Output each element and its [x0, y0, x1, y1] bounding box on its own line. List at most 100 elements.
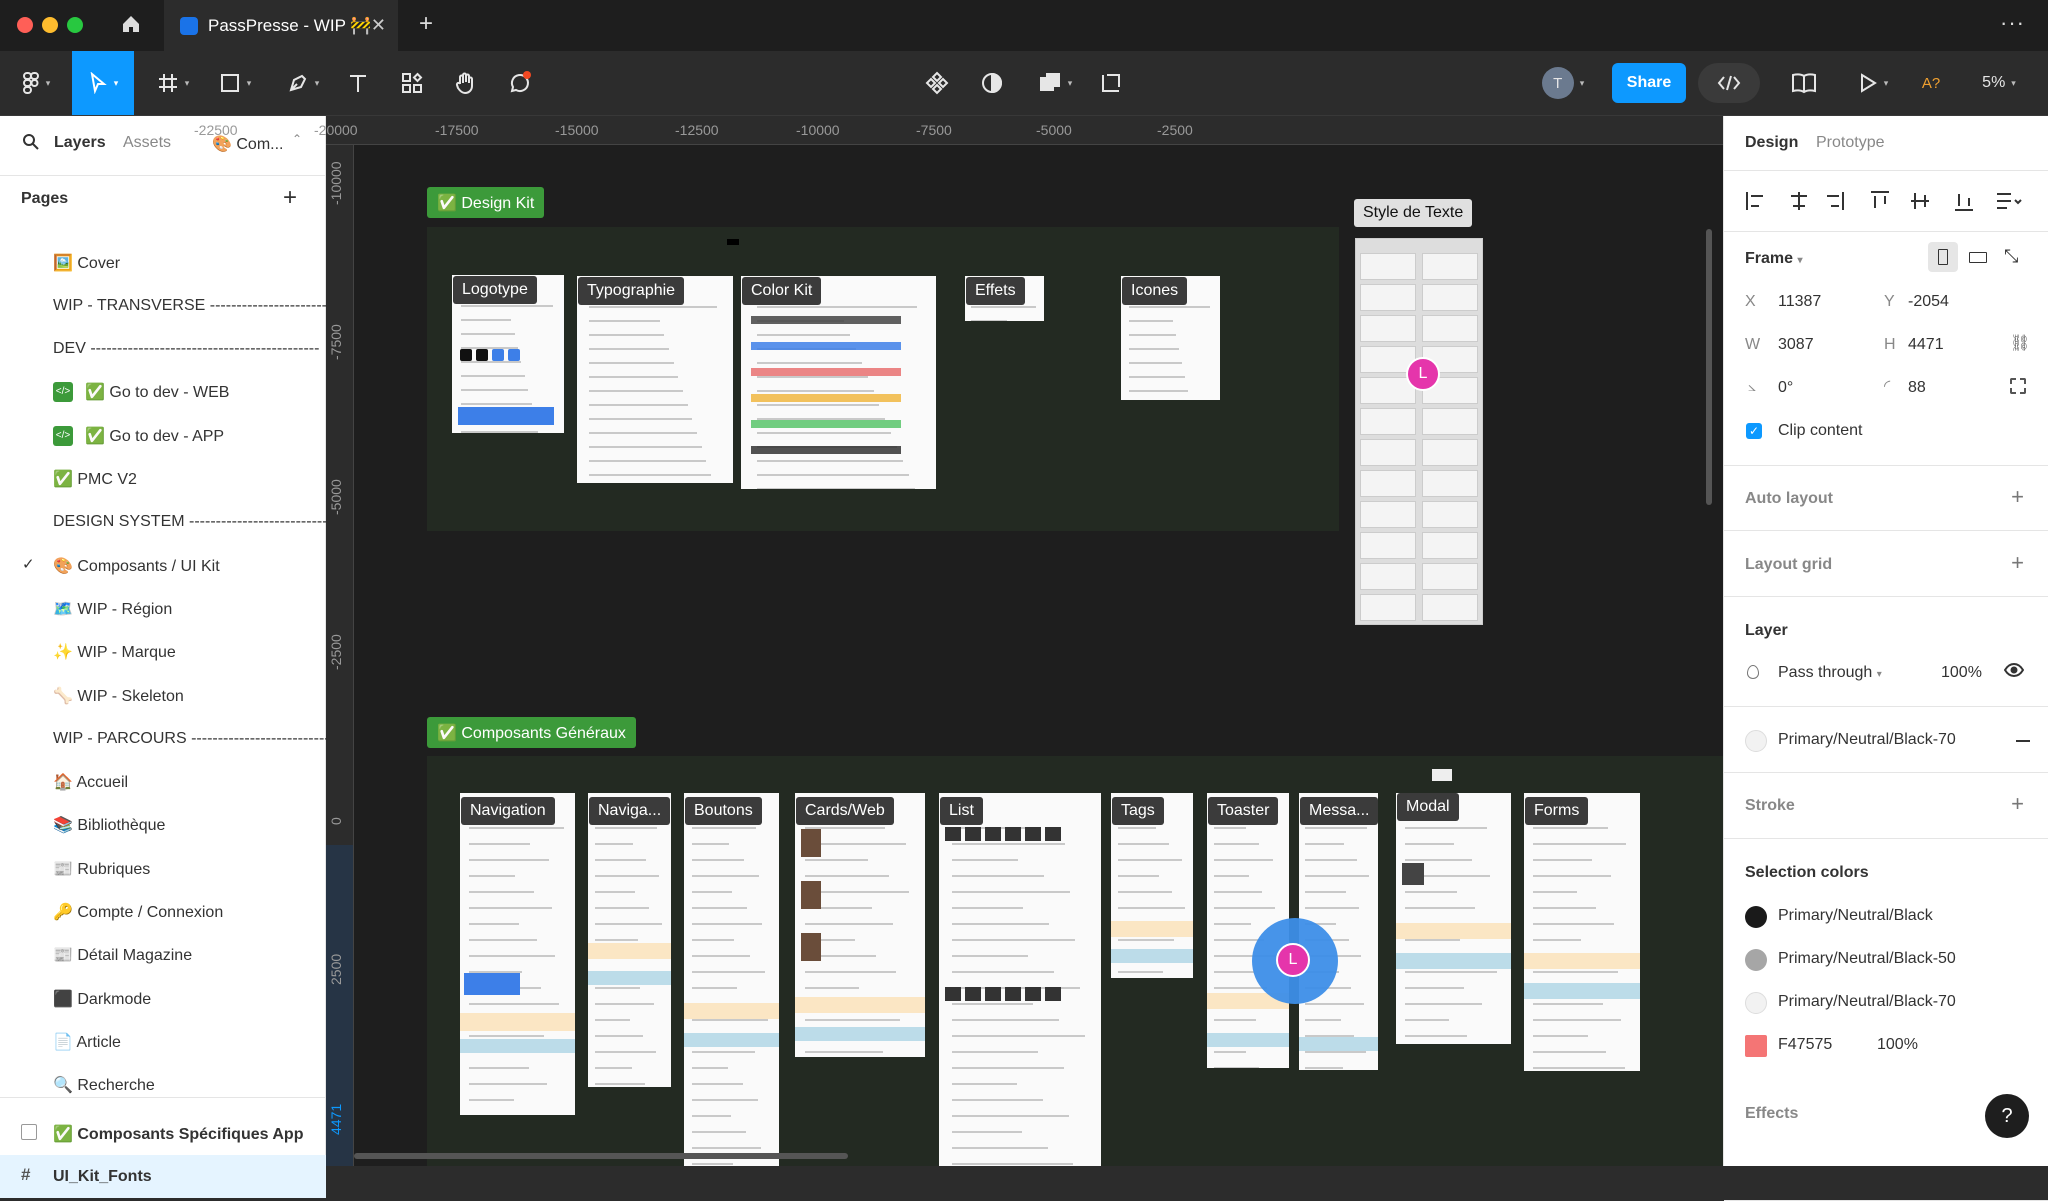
y-input[interactable]: -2054	[1908, 293, 1949, 311]
create-component-button[interactable]	[923, 59, 951, 107]
add-page-icon[interactable]: +	[283, 184, 297, 212]
page-item[interactable]: 🔍 Recherche	[0, 1064, 326, 1107]
section-tag-design-kit[interactable]: ✅ Design Kit	[427, 187, 545, 218]
page-item[interactable]: 📚 Bibliothèque	[0, 804, 326, 847]
corner-radius-input[interactable]: 88	[1908, 379, 1926, 397]
frame-label[interactable]: List	[940, 797, 983, 825]
add-layout-grid-icon[interactable]: +	[2011, 550, 2024, 576]
width-input[interactable]: 3087	[1778, 336, 1814, 354]
frame-component[interactable]	[795, 793, 925, 1057]
new-tab-icon[interactable]: +	[419, 10, 433, 38]
frame-label[interactable]: Cards/Web	[796, 797, 894, 825]
tab-design[interactable]: Design	[1745, 134, 1798, 152]
page-item[interactable]: </> ✅ Go to dev - APP	[0, 414, 326, 457]
share-button[interactable]: Share	[1612, 63, 1686, 103]
move-tool-button[interactable]: ▾	[72, 51, 134, 115]
text-tool-button[interactable]	[344, 59, 372, 107]
frame-label[interactable]: Forms	[1525, 797, 1589, 825]
frame-label[interactable]: Effets	[966, 277, 1025, 305]
frame-label[interactable]: Naviga...	[589, 797, 671, 825]
frame-component[interactable]	[1396, 793, 1511, 1044]
selection-color-name[interactable]: Primary/Neutral/Black	[1778, 907, 1933, 925]
frame-label[interactable]: Modal	[1397, 793, 1459, 821]
frame-label[interactable]: Messa...	[1300, 797, 1379, 825]
selection-color-swatch[interactable]	[1745, 992, 1767, 1014]
page-item[interactable]: WIP - TRANSVERSE -----------------------…	[0, 284, 326, 327]
page-item[interactable]: </> ✅ Go to dev - WEB	[0, 371, 326, 414]
main-menu-button[interactable]: ▾	[14, 59, 58, 107]
page-item[interactable]: 📰 Rubriques	[0, 847, 326, 890]
frame-label[interactable]: Navigation	[461, 797, 555, 825]
page-item[interactable]: DESIGN SYSTEM --------------------------…	[0, 501, 326, 544]
height-input[interactable]: 4471	[1908, 336, 1944, 354]
frame-tool-button[interactable]: ▾	[150, 59, 196, 107]
frame-component[interactable]	[684, 793, 779, 1166]
frame-label[interactable]: Boutons	[685, 797, 762, 825]
page-item[interactable]: 🖼️ Cover	[0, 241, 326, 284]
user-avatar-menu[interactable]: T ▾	[1534, 59, 1592, 107]
vertical-scrollbar[interactable]	[1706, 229, 1712, 505]
fill-style-name[interactable]: Primary/Neutral/Black-70	[1778, 731, 1956, 749]
page-item[interactable]: 🏠 Accueil	[0, 761, 326, 804]
frame-design-kit[interactable]	[741, 276, 936, 489]
clip-content-checkbox[interactable]: ✓	[1746, 423, 1762, 439]
present-button[interactable]: ▾	[1850, 59, 1896, 107]
frame-label[interactable]: Logotype	[453, 276, 537, 304]
hand-tool-button[interactable]	[451, 59, 479, 107]
frame-label[interactable]: Icones	[1122, 277, 1188, 305]
tab-prototype[interactable]: Prototype	[1816, 134, 1884, 152]
help-button[interactable]: ?	[1985, 1094, 2029, 1138]
frame-component[interactable]	[939, 793, 1101, 1166]
fill-swatch[interactable]	[1745, 730, 1767, 752]
frame-label[interactable]: Toaster	[1208, 797, 1279, 825]
resources-button[interactable]	[398, 59, 426, 107]
selection-color-name[interactable]: F47575	[1778, 1036, 1832, 1054]
frame-label-style-de-texte[interactable]: Style de Texte	[1354, 199, 1473, 227]
horizontal-scrollbar[interactable]	[354, 1153, 848, 1159]
frame-component[interactable]	[1524, 793, 1640, 1071]
blend-mode-select[interactable]: Pass through ▾	[1778, 664, 1882, 682]
frame-label[interactable]: Typographie	[578, 277, 685, 305]
rotation-input[interactable]: 0°	[1778, 379, 1793, 397]
frame-component[interactable]	[460, 793, 575, 1115]
page-item[interactable]: ✓ 🎨 Composants / UI Kit	[0, 544, 326, 587]
page-item[interactable]: ✅ PMC V2	[0, 458, 326, 501]
shape-tool-button[interactable]: ▾	[212, 59, 258, 107]
frame-component[interactable]	[588, 793, 671, 1087]
constrain-proportions-icon[interactable]: ⛓	[2010, 333, 2030, 353]
selection-color-name[interactable]: Primary/Neutral/Black-50	[1778, 950, 1956, 968]
page-item[interactable]: ✨ WIP - Marque	[0, 631, 326, 674]
page-item[interactable]: ⬛ Darkmode	[0, 977, 326, 1020]
frame-label[interactable]: Tags	[1112, 797, 1164, 825]
more-options-icon[interactable]: ···	[2000, 10, 2025, 36]
collapse-chevron-icon[interactable]: ⌃	[292, 132, 302, 146]
file-tab[interactable]: PassPresse - WIP 🚧 ✕	[164, 0, 398, 51]
minimize-window-button[interactable]	[42, 17, 58, 33]
layer-item-composants-specifiques[interactable]: ✅ Composants Spécifiques App	[0, 1112, 326, 1155]
search-icon[interactable]	[22, 133, 40, 156]
selection-color-swatch[interactable]	[1745, 949, 1767, 971]
library-button[interactable]	[1790, 59, 1818, 107]
tab-layers[interactable]: Layers	[54, 134, 106, 152]
frame-label[interactable]: Color Kit	[742, 277, 822, 305]
section-tag-composants-generaux[interactable]: ✅ Composants Généraux	[427, 717, 636, 748]
selection-color-swatch[interactable]	[1745, 906, 1767, 928]
tab-assets[interactable]: Assets	[123, 134, 171, 152]
resize-to-fit-icon[interactable]: ⤡	[2004, 246, 2018, 267]
frame-section-label[interactable]: Frame ▾	[1745, 250, 1803, 268]
page-item[interactable]: WIP - PARCOURS -------------------------…	[0, 717, 326, 760]
ai-assistant-button[interactable]: A?	[1916, 59, 1946, 107]
landscape-orientation-button[interactable]	[1963, 242, 1993, 272]
independent-corners-icon[interactable]	[2010, 378, 2026, 394]
layer-opacity-input[interactable]: 100%	[1941, 664, 1982, 682]
comment-tool-button[interactable]	[504, 59, 536, 107]
page-item[interactable]: DEV ------------------------------------…	[0, 328, 326, 371]
visibility-eye-icon[interactable]	[2003, 660, 2025, 685]
selection-color-name[interactable]: Primary/Neutral/Black-70	[1778, 993, 1956, 1011]
layer-item-ui-kit-fonts[interactable]: # UI_Kit_Fonts	[0, 1155, 326, 1198]
add-stroke-icon[interactable]: +	[2011, 791, 2024, 817]
dev-mode-toggle[interactable]	[1698, 63, 1760, 103]
page-item[interactable]: 🔑 Compte / Connexion	[0, 891, 326, 934]
crop-button[interactable]	[1097, 59, 1125, 107]
boolean-button[interactable]: ▾	[1032, 59, 1078, 107]
